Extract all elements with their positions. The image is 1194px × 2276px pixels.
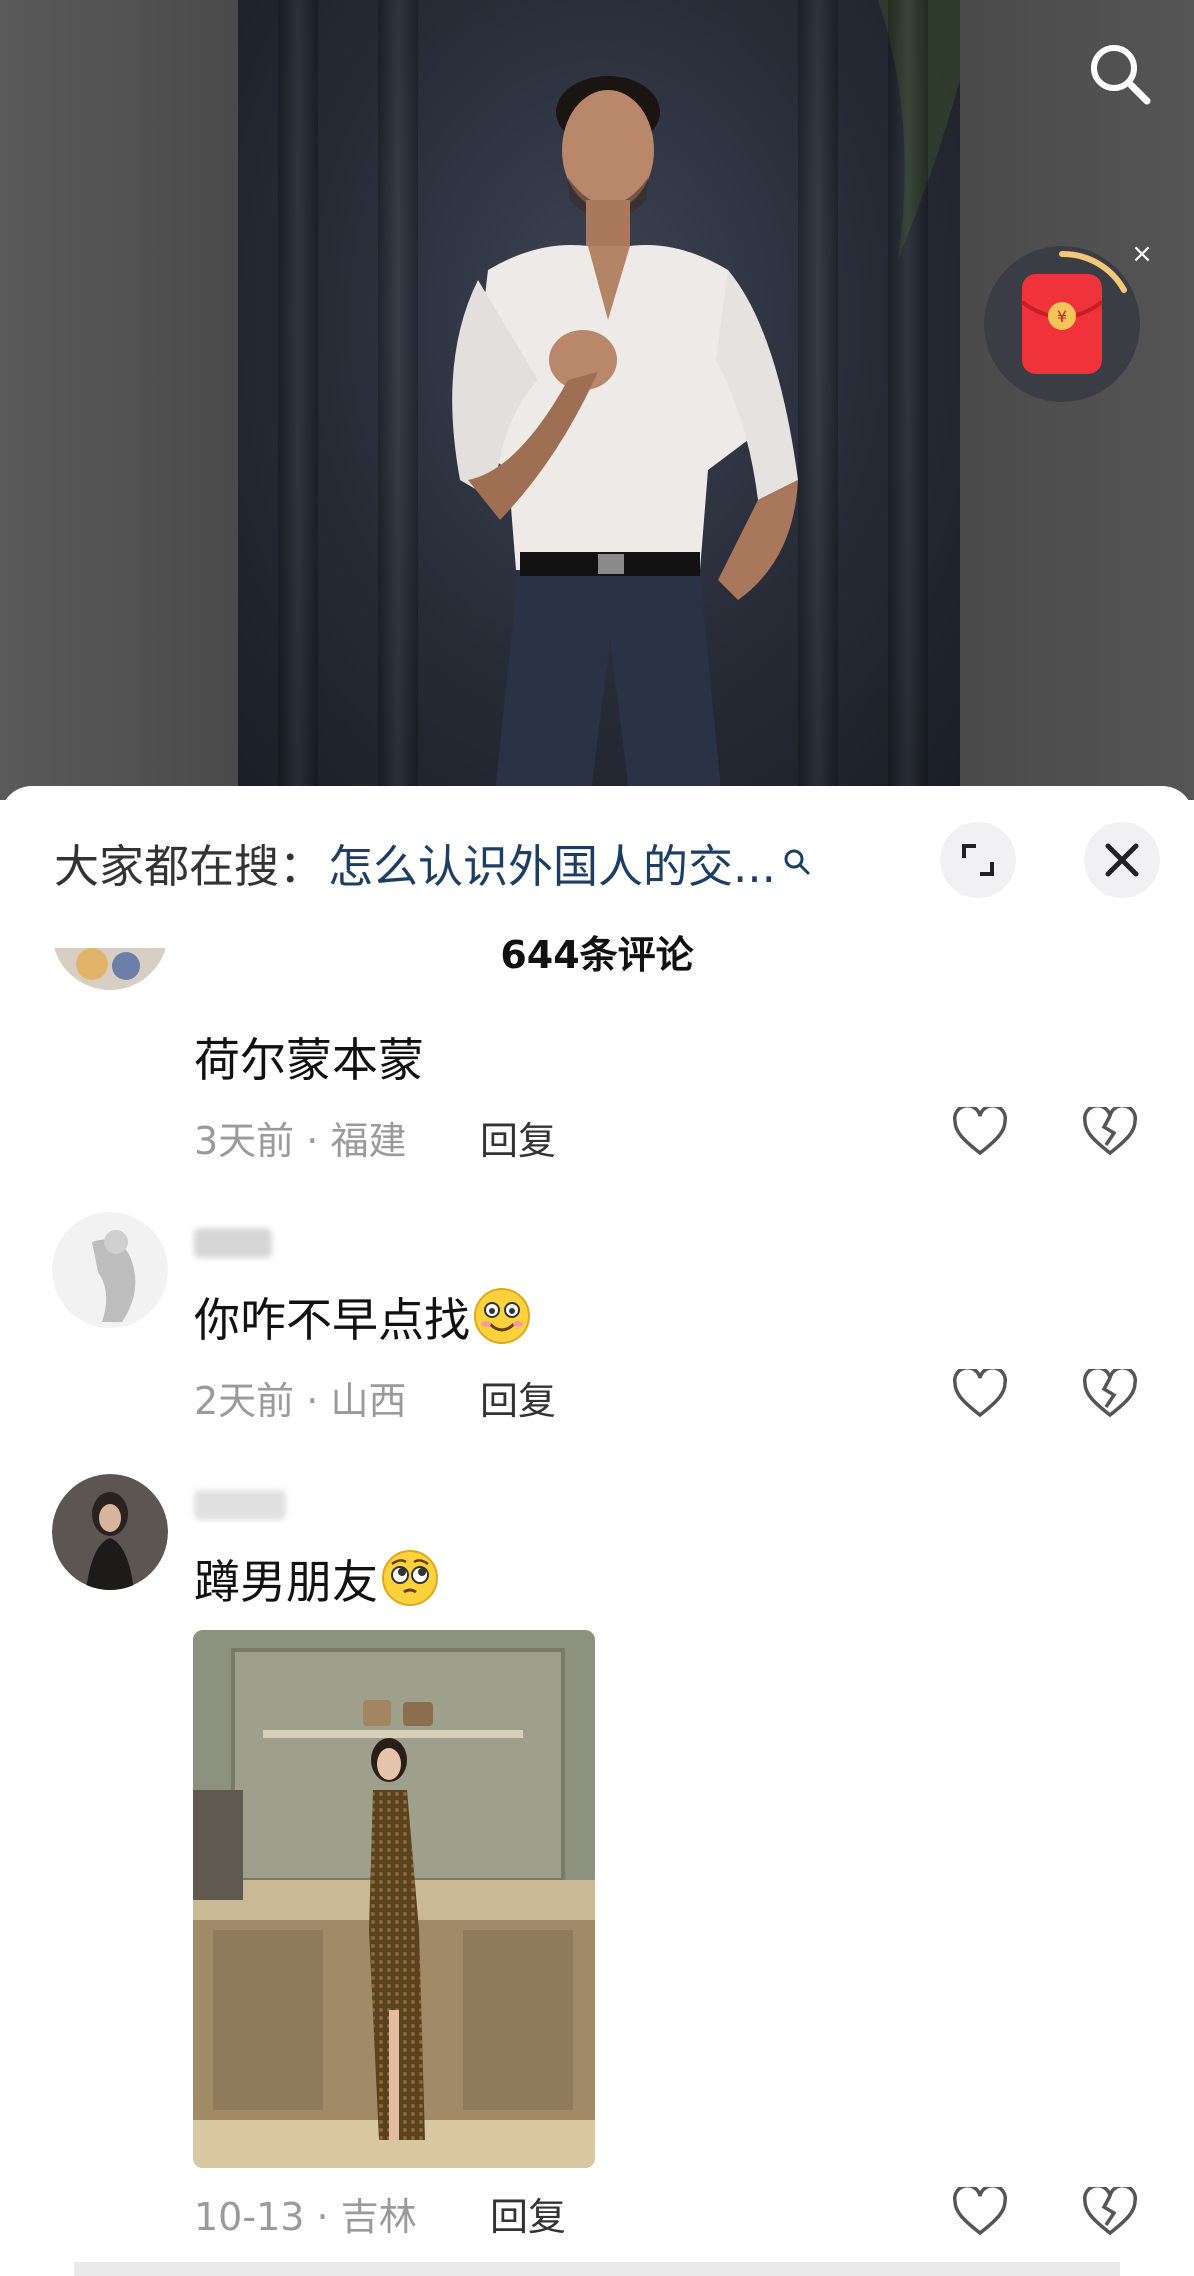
comment-text-content: 蹲男朋友 [194, 1555, 378, 1609]
comment-location: 山西 [330, 1379, 407, 1423]
comment-count-title: 644条评论 [500, 933, 694, 977]
comment-attached-image[interactable] [193, 1630, 595, 2168]
broken-heart-icon [1083, 2187, 1137, 2236]
comment-time: 2天前 [194, 1379, 295, 1423]
search-icon [1091, 45, 1151, 105]
avatar[interactable] [52, 1212, 168, 1328]
expand-icon [962, 844, 994, 876]
comment-meta: 3天前 · 福建 [194, 1110, 406, 1165]
heart-icon [953, 1107, 1007, 1156]
meta-separator: · [306, 1119, 331, 1163]
expand-button[interactable] [940, 822, 1016, 898]
broken-heart-icon [1083, 1369, 1137, 1418]
meta-separator: · [306, 1379, 331, 1423]
curtain-fold [278, 0, 318, 800]
dislike-button[interactable] [1078, 1362, 1142, 1426]
meta-separator: · [316, 2195, 341, 2239]
red-packet-button[interactable]: ¥ [984, 246, 1140, 402]
close-icon [1105, 843, 1139, 877]
comment-meta: 2天前 · 山西 [194, 1370, 406, 1425]
search-button[interactable] [1082, 36, 1158, 112]
curtain-fold [798, 0, 838, 800]
bottom-input-edge [74, 2262, 1120, 2276]
like-button[interactable] [948, 1362, 1012, 1426]
username[interactable] [194, 1228, 272, 1258]
like-button[interactable] [948, 2180, 1012, 2244]
dislike-button[interactable] [1078, 1100, 1142, 1164]
close-button[interactable] [1084, 822, 1160, 898]
username[interactable] [194, 1490, 286, 1520]
avatar[interactable] [52, 1474, 168, 1590]
dislike-button[interactable] [1078, 2180, 1142, 2244]
heart-icon [953, 1369, 1007, 1418]
comment-text: 荷尔蒙本蒙 [194, 1033, 424, 1087]
reply-button[interactable]: 回复 [480, 1370, 556, 1425]
grinning-face-emoji [474, 1288, 530, 1344]
like-button[interactable] [948, 1100, 1012, 1164]
curtain-fold [888, 0, 928, 800]
comment-meta: 10-13 · 吉林 [194, 2186, 417, 2241]
comment-sheet: 大家都在搜： 怎么认识外国人的交... 644条评论 [0, 786, 1194, 2276]
broken-heart-icon [1083, 1107, 1137, 1156]
comment-text-content: 你咋不早点找 [194, 1293, 470, 1347]
comment-location: 吉林 [340, 2195, 417, 2239]
video-frame [238, 0, 960, 800]
trending-label: 大家都在搜： [54, 839, 325, 893]
trending-search-bar[interactable]: 大家都在搜： 怎么认识外国人的交... [54, 830, 914, 895]
trending-query-link[interactable]: 怎么认识外国人的交... [328, 830, 776, 895]
comment-time: 10-13 [194, 2195, 305, 2239]
red-packet-widget[interactable]: ¥ [984, 246, 1140, 402]
comment-text: 你咋不早点找 [194, 1284, 532, 1350]
reply-button[interactable]: 回复 [490, 2186, 566, 2241]
model-figure [452, 0, 960, 800]
reply-button[interactable]: 回复 [480, 1110, 556, 1165]
curtain-fold [378, 0, 418, 800]
video-area[interactable]: ¥ × [0, 0, 1194, 800]
comment-location: 福建 [330, 1119, 407, 1163]
pleading-face-emoji [382, 1550, 438, 1606]
progress-ring [1059, 250, 1127, 293]
comment-time: 3天前 [194, 1119, 295, 1163]
comment-text: 蹲男朋友 [194, 1546, 440, 1612]
heart-icon [953, 2187, 1007, 2236]
red-packet-close-icon[interactable]: × [1122, 234, 1162, 274]
search-icon[interactable] [782, 847, 812, 877]
